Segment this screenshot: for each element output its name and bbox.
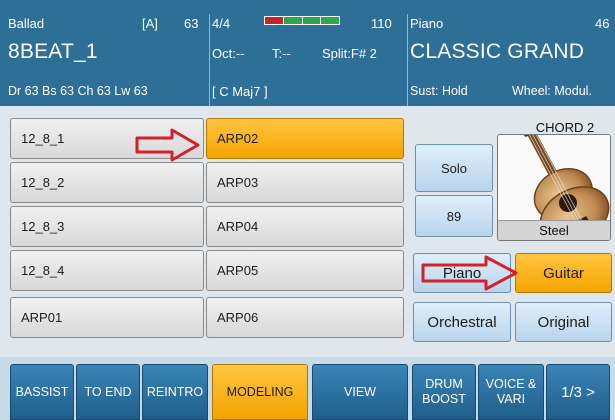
style-button-arp05[interactable]: ARP05 [206,250,404,291]
header-divider [407,14,408,106]
annotation-arrow [135,128,200,162]
guitar-icon [498,135,610,240]
style-volumes: Dr 63 Bs 63 Ch 63 Lw 63 [8,84,148,98]
instrument-label: Steel [498,220,610,240]
drum-boost-label-1: DRUM [425,377,463,391]
style-name: 8BEAT_1 [8,40,98,63]
beat-light [302,17,321,24]
solo-button[interactable]: Solo [415,144,493,192]
category-original-button[interactable]: Original [515,302,612,342]
style-button-arp04[interactable]: ARP04 [206,206,404,247]
style-button-arp03[interactable]: ARP03 [206,162,404,203]
chord-title: CHORD 2 [535,120,595,135]
bassist-button[interactable]: BASSIST [10,364,74,420]
tempo-panel[interactable]: 4/4 110 Oct:-- T:-- Split:F# 2 [ C Maj7 … [212,10,406,106]
style-button-arp06[interactable]: ARP06 [206,297,404,338]
style-number: 63 [184,16,199,31]
category-guitar-button[interactable]: Guitar [515,253,612,293]
voice-vari-label-2: VARI [496,392,526,406]
style-button-12-8-2[interactable]: 12_8_2 [10,162,204,203]
voice-category: Piano [410,16,444,31]
style-button-arp01[interactable]: ARP01 [10,297,204,338]
header-divider [209,14,210,106]
modeling-button[interactable]: MODELING [212,364,308,420]
voice-name: CLASSIC GRAND [410,40,585,63]
chord-display: [ C Maj7 ] [212,84,268,99]
tempo-value: 110 [371,16,392,31]
voice-vari-label-1: VOICE & [485,377,537,391]
beat-meter [264,16,340,25]
style-panel[interactable]: Ballad [A] 63 8BEAT_1 Dr 63 Bs 63 Ch 63 … [8,10,208,106]
style-button-12-8-4[interactable]: 12_8_4 [10,250,204,291]
sustain-mode: Sust: Hold [410,84,468,98]
beat-light [265,17,283,24]
octave-value: Oct:-- [212,46,245,61]
time-signature: 4/4 [212,16,231,31]
annotation-arrow [421,255,518,291]
instrument-image[interactable]: Steel [497,134,611,241]
transpose-value: T:-- [272,46,291,61]
view-button[interactable]: VIEW [312,364,408,420]
voice-number: 46 [595,16,610,31]
value-button[interactable]: 89 [415,195,493,237]
drum-boost-label-2: BOOST [422,392,466,406]
drum-boost-button[interactable]: DRUM BOOST [412,364,476,420]
status-header: Ballad [A] 63 8BEAT_1 Dr 63 Bs 63 Ch 63 … [0,0,615,106]
to-end-button[interactable]: TO END [76,364,140,420]
page-next-button[interactable]: 1/3 > [546,364,610,420]
style-button-arp02[interactable]: ARP02 [206,118,404,159]
beat-light [321,17,339,24]
style-button-12-8-3[interactable]: 12_8_3 [10,206,204,247]
beat-light [283,17,302,24]
style-category: Ballad [8,16,45,31]
wheel-mode: Wheel: Modul. [512,84,592,98]
voice-panel[interactable]: Piano 46 CLASSIC GRAND Sust: Hold Wheel:… [410,10,615,106]
split-value: Split:F# 2 [322,46,377,61]
category-orchestral-button[interactable]: Orchestral [413,302,511,342]
style-variation: [A] [142,16,158,31]
reintro-button[interactable]: REINTRO [142,364,208,420]
voice-vari-button[interactable]: VOICE & VARI [478,364,544,420]
